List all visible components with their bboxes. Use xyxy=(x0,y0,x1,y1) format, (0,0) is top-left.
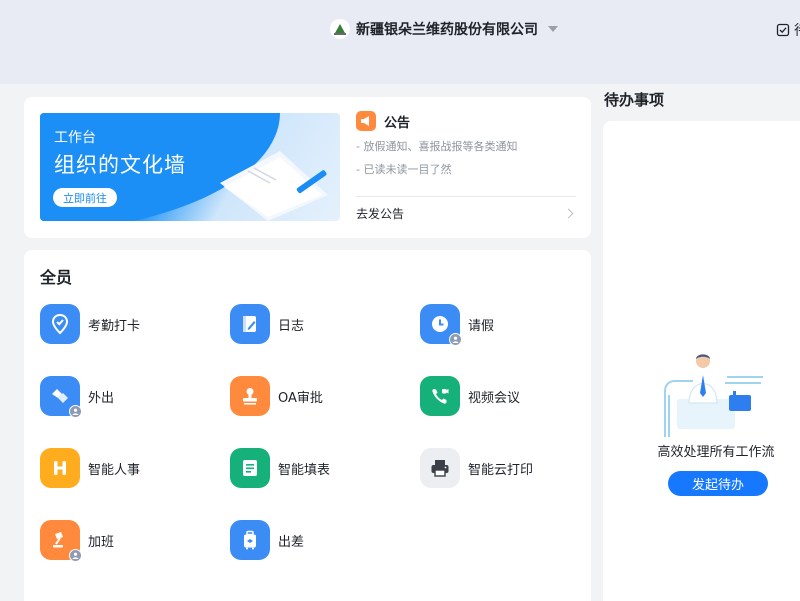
top-header: 新疆银朵兰维药股份有限公司 待 xyxy=(0,0,800,84)
handshake-icon xyxy=(40,376,82,418)
todo-description: 高效处理所有工作流 xyxy=(657,445,775,460)
org-name: 新疆银朵兰维药股份有限公司 xyxy=(356,22,538,38)
app-label: 智能填表 xyxy=(278,462,331,478)
app-attendance[interactable]: 考勤打卡 xyxy=(40,304,140,344)
suitcase-icon xyxy=(230,520,270,560)
todo-shortcut[interactable]: 待 xyxy=(776,20,800,40)
chevron-right-icon xyxy=(563,208,574,218)
app-label: 加班 xyxy=(88,534,115,550)
app-label: 视频会议 xyxy=(468,390,521,406)
megaphone-icon xyxy=(356,111,376,131)
post-notice-link[interactable]: 去发公告 xyxy=(356,204,576,222)
todo-panel: 高效处理所有工作流 发起待办 xyxy=(603,121,800,601)
app-label: 出差 xyxy=(278,534,305,550)
app-label: 智能人事 xyxy=(88,462,141,478)
user-badge-icon xyxy=(69,549,82,562)
app-oa-approval[interactable]: OA审批 xyxy=(230,376,323,416)
app-label: 智能云打印 xyxy=(468,462,534,478)
h-letter-icon xyxy=(40,448,80,488)
stamp-icon xyxy=(230,376,270,416)
divider xyxy=(356,196,576,197)
notice-line: - 放假通知、喜报战报等各类通知 xyxy=(356,140,518,153)
create-todo-button[interactable]: 发起待办 xyxy=(668,471,768,496)
app-label: 请假 xyxy=(468,318,495,334)
banner-title: 组织的文化墙 xyxy=(54,153,186,177)
todo-title: 待办事项 xyxy=(604,91,665,109)
app-cloud-print[interactable]: 智能云打印 xyxy=(420,448,533,488)
banner-go-button[interactable]: 立即前往 xyxy=(53,188,117,207)
notice-title: 公告 xyxy=(384,115,411,131)
office-worker-illustration xyxy=(664,354,763,437)
checkbox-icon xyxy=(776,23,790,37)
all-members-apps-card: 全员 考勤打卡 日志 请假 外出 OA审批 视频会议 智能人事 智能填表 智能云… xyxy=(24,250,591,601)
app-video-meeting[interactable]: 视频会议 xyxy=(420,376,520,416)
notice-section: 公告 - 放假通知、喜报战报等各类通知 - 已读未读一目了然 xyxy=(356,111,576,177)
apps-section-title: 全员 xyxy=(40,268,73,287)
clock-icon xyxy=(420,304,462,346)
org-logo-icon xyxy=(330,19,350,39)
notice-line: - 已读未读一目了然 xyxy=(356,163,452,176)
app-outing[interactable]: 外出 xyxy=(40,376,115,418)
user-badge-icon xyxy=(69,405,82,418)
org-switcher[interactable]: 新疆银朵兰维药股份有限公司 xyxy=(330,18,558,40)
location-check-icon xyxy=(40,304,80,344)
post-notice-label: 去发公告 xyxy=(356,206,405,221)
form-icon xyxy=(230,448,270,488)
app-business-trip[interactable]: 出差 xyxy=(230,520,304,560)
app-label: 外出 xyxy=(88,390,115,406)
journal-icon xyxy=(230,304,270,344)
app-smart-hr[interactable]: 智能人事 xyxy=(40,448,140,488)
app-label: 考勤打卡 xyxy=(88,318,141,334)
app-label: 日志 xyxy=(278,318,305,334)
app-label: OA审批 xyxy=(278,390,323,406)
chevron-down-icon xyxy=(548,26,558,32)
culture-wall-card: 工作台 组织的文化墙 立即前往 公告 - 放假通知、喜报战报等各类通知 - 已读… xyxy=(24,97,591,238)
app-overtime[interactable]: 加班 xyxy=(40,520,115,562)
app-journal[interactable]: 日志 xyxy=(230,304,304,344)
app-smart-form[interactable]: 智能填表 xyxy=(230,448,330,488)
app-leave[interactable]: 请假 xyxy=(420,304,495,346)
culture-wall-banner[interactable]: 工作台 组织的文化墙 立即前往 xyxy=(40,113,340,221)
video-phone-icon xyxy=(420,376,460,416)
printer-icon xyxy=(420,448,460,488)
desk-lamp-icon xyxy=(40,520,82,562)
user-badge-icon xyxy=(449,333,462,346)
banner-subtitle: 工作台 xyxy=(54,130,96,146)
todo-shortcut-label: 待 xyxy=(794,20,800,40)
notebook-pen-illustration xyxy=(220,151,328,221)
